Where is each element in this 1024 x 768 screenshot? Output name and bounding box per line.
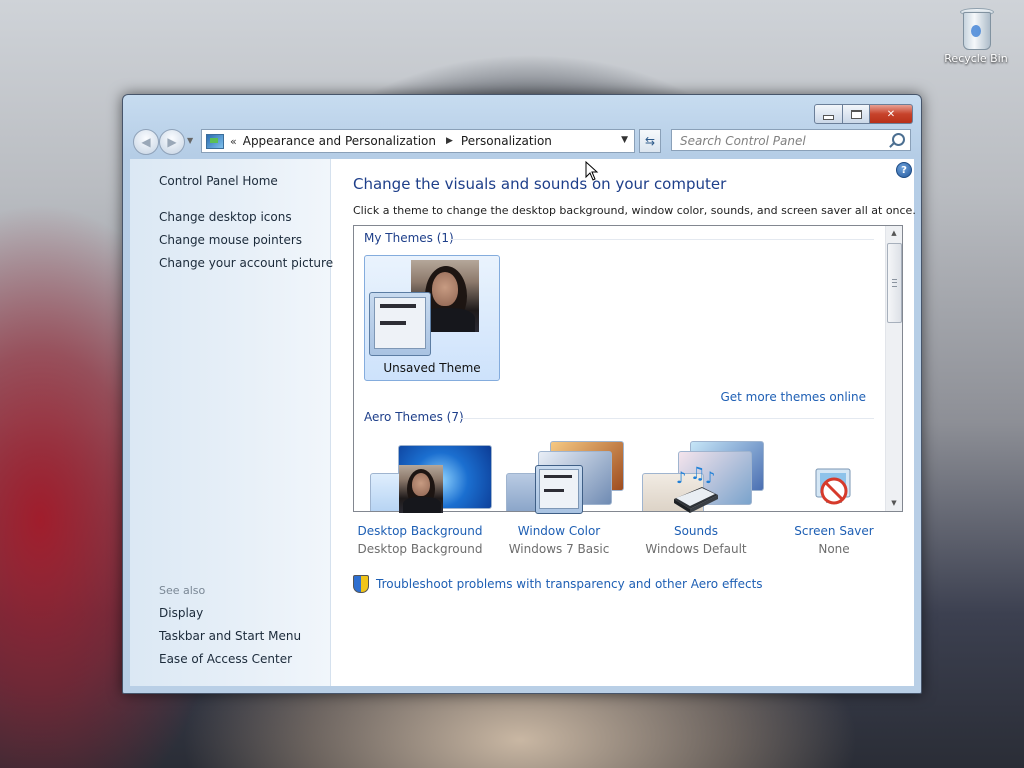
forward-arrow-icon: ▶ [167, 135, 177, 149]
desktop-background-value: Desktop Background [357, 542, 483, 556]
change-mouse-pointers-link[interactable]: Change mouse pointers [159, 233, 302, 247]
window-color-link[interactable]: Window Color [489, 524, 629, 538]
svg-text:♪: ♪ [705, 468, 715, 487]
personalization-window: ✕ ◀ ▶ ▼ « Appearance and Personalization… [122, 94, 922, 694]
svg-text:♪: ♪ [676, 468, 686, 487]
breadcrumb-separator-icon[interactable]: ▶ [446, 136, 453, 146]
refresh-icon: ⇆ [644, 134, 656, 148]
page-subtitle: Click a theme to change the desktop back… [353, 204, 916, 217]
theme-window-color-thumbnail [369, 292, 431, 356]
help-button[interactable]: ? [896, 162, 912, 178]
search-input[interactable] [678, 131, 882, 151]
recycle-bin-label: Recycle Bin [944, 52, 1008, 65]
task-pane: Control Panel Home Change desktop icons … [130, 159, 333, 686]
window-content: Control Panel Home Change desktop icons … [130, 159, 916, 686]
troubleshoot-link-row[interactable]: Troubleshoot problems with transparency … [353, 575, 763, 593]
control-panel-home-link[interactable]: Control Panel Home [159, 174, 278, 188]
scroll-thumb[interactable] [887, 243, 902, 323]
screen-saver-setting[interactable]: Screen Saver None [764, 465, 904, 556]
maximize-button[interactable] [843, 104, 870, 124]
search-box[interactable] [671, 129, 911, 151]
breadcrumb-personalization[interactable]: Personalization [461, 134, 552, 148]
uac-shield-icon [353, 575, 369, 593]
window-color-icon [535, 465, 583, 515]
my-themes-group-title: My Themes (1) [364, 231, 454, 245]
sounds-setting[interactable]: ♪ ♫ ♪ Sounds Windows Default [626, 464, 766, 556]
recycle-bin-desktop-icon[interactable]: Recycle Bin [940, 6, 1012, 65]
window-color-setting[interactable]: Window Color Windows 7 Basic [489, 465, 629, 556]
group-divider [450, 239, 874, 240]
breadcrumb-appearance[interactable]: Appearance and Personalization [243, 134, 436, 148]
desktop-background-link[interactable]: Desktop Background [350, 524, 490, 538]
desktop-background-setting[interactable]: Desktop Background Desktop Background [350, 465, 490, 556]
help-icon: ? [901, 164, 907, 176]
svg-text:♫: ♫ [690, 465, 705, 484]
change-account-picture-link[interactable]: Change your account picture [159, 256, 333, 270]
maximize-icon [850, 109, 862, 119]
screen-saver-icon [810, 465, 858, 515]
page-title: Change the visuals and sounds on your co… [353, 175, 727, 193]
minimize-icon [823, 114, 834, 120]
back-button[interactable]: ◀ [133, 129, 159, 155]
taskbar-start-menu-link[interactable]: Taskbar and Start Menu [159, 629, 301, 643]
sounds-icon: ♪ ♫ ♪ [672, 464, 720, 515]
overflow-chevron[interactable]: « [230, 135, 237, 148]
scroll-up-icon[interactable]: ▲ [886, 226, 902, 241]
desktop-background-icon [396, 465, 444, 515]
minimize-button[interactable] [814, 104, 843, 124]
screen-saver-link[interactable]: Screen Saver [764, 524, 904, 538]
theme-tile-unsaved[interactable]: Unsaved Theme [364, 255, 500, 381]
display-link[interactable]: Display [159, 606, 203, 620]
see-also-heading: See also [159, 584, 206, 597]
group-divider [460, 418, 874, 419]
sounds-value: Windows Default [645, 542, 747, 556]
troubleshoot-link[interactable]: Troubleshoot problems with transparency … [376, 577, 763, 591]
back-arrow-icon: ◀ [141, 135, 151, 149]
address-bar[interactable]: « Appearance and Personalization ▶ Perso… [201, 129, 635, 153]
aero-themes-group-title: Aero Themes (7) [364, 410, 464, 424]
refresh-button[interactable]: ⇆ [639, 129, 661, 153]
control-panel-icon [206, 133, 224, 149]
sounds-link[interactable]: Sounds [626, 524, 766, 538]
navigation-bar: ◀ ▶ ▼ « Appearance and Personalization ▶… [131, 128, 913, 155]
change-desktop-icons-link[interactable]: Change desktop icons [159, 210, 292, 224]
window-caption-buttons: ✕ [814, 104, 913, 124]
window-color-value: Windows 7 Basic [508, 542, 610, 556]
get-more-themes-link[interactable]: Get more themes online [720, 390, 866, 404]
close-icon: ✕ [886, 108, 896, 120]
address-dropdown-icon[interactable]: ▼ [621, 135, 628, 145]
search-icon[interactable] [892, 133, 905, 146]
forward-button[interactable]: ▶ [159, 129, 185, 155]
recycle-bin-icon [959, 6, 994, 50]
recent-pages-dropdown[interactable]: ▼ [187, 136, 193, 145]
screen-saver-value: None [818, 542, 850, 556]
close-button[interactable]: ✕ [870, 104, 913, 124]
theme-name: Unsaved Theme [383, 361, 481, 375]
ease-of-access-link[interactable]: Ease of Access Center [159, 652, 292, 666]
